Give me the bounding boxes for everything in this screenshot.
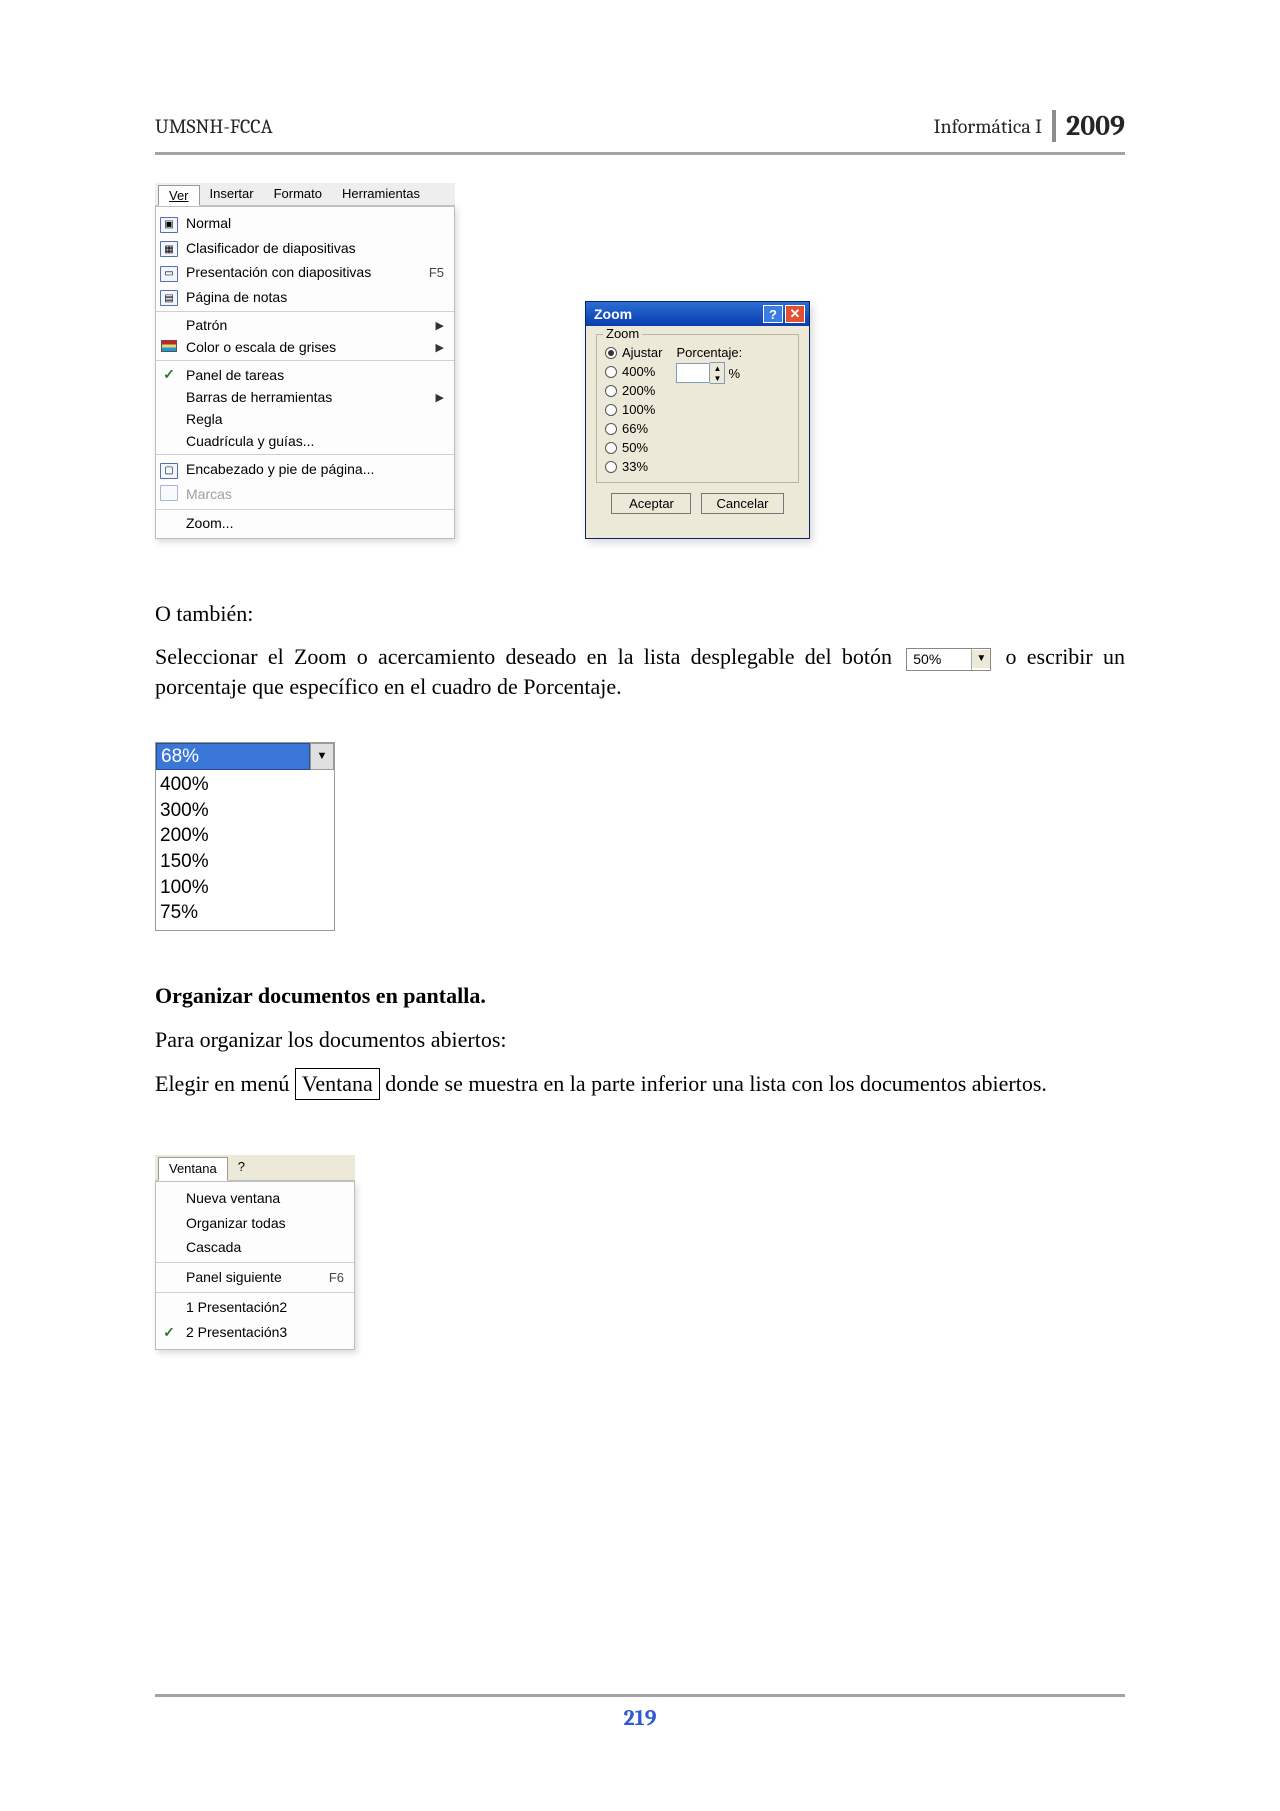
help-button[interactable]: ? (763, 305, 783, 323)
porcentaje-input[interactable] (676, 363, 710, 383)
text-para-organizar: Para organizar los documentos abiertos: (155, 1025, 1125, 1055)
menu-item-cascada[interactable]: Cascada (156, 1235, 354, 1260)
slide-sorter-icon: ▦ (158, 239, 180, 258)
ventana-dropdown: Nueva ventana Organizar todas Cascada Pa… (155, 1181, 355, 1350)
aceptar-button[interactable]: Aceptar (611, 493, 691, 514)
zoom-dropdown-value: 50% (907, 649, 972, 670)
dropdown-option[interactable]: 300% (160, 798, 330, 824)
dropdown-arrow-icon[interactable]: ▼ (972, 650, 990, 668)
menu-herramientas[interactable]: Herramientas (332, 184, 430, 205)
text-intro-zoom: Seleccionar el Zoom o acercamiento desea… (155, 642, 1125, 701)
radio-50[interactable]: 50% (605, 440, 662, 455)
zoom-dialog: Zoom ? ✕ Zoom Ajustar 400% 200% (585, 301, 810, 539)
page-number: 219 (624, 1705, 657, 1731)
menu-item-zoom[interactable]: Zoom... (156, 512, 454, 534)
close-button[interactable]: ✕ (785, 305, 805, 323)
section-title-organizar: Organizar documentos en pantalla. (155, 981, 1125, 1011)
menu-help[interactable]: ? (228, 1156, 255, 1180)
menu-item-pagina-notas[interactable]: ▤ Página de notas (156, 285, 454, 310)
text-para-elegir: Elegir en menú Ventana donde se muestra … (155, 1068, 1125, 1100)
dropdown-option[interactable]: 400% (160, 772, 330, 798)
dropdown-selected[interactable]: 68% (156, 743, 310, 771)
menu-item-cuadricula[interactable]: Cuadrícula y guías... (156, 430, 454, 452)
menu-item-presentacion2[interactable]: 1 Presentación2 (156, 1295, 354, 1320)
header-right: Informática I 2009 (934, 110, 1125, 142)
org-name: UMSNH-FCCA (155, 115, 273, 138)
dropdown-option[interactable]: 75% (160, 900, 330, 926)
radio-100[interactable]: 100% (605, 402, 662, 417)
menu-item-panel-tareas[interactable]: ✓ Panel de tareas (156, 363, 454, 386)
zoom-dropdown-open: 68% ▼ 400% 300% 200% 150% 100% 75% (155, 742, 335, 931)
ventana-menubar: Ventana ? (155, 1155, 355, 1181)
menu-insertar[interactable]: Insertar (200, 184, 264, 205)
submenu-arrow-icon: ▶ (436, 341, 444, 354)
zoom-dropdown-inline[interactable]: 50% ▼ (906, 648, 991, 671)
ver-dropdown: ▣ Normal ▦ Clasificador de diapositivas … (155, 206, 455, 539)
radio-33[interactable]: 33% (605, 459, 662, 474)
menu-item-presentacion[interactable]: ▭ Presentación con diapositivas F5 (156, 260, 454, 285)
menubar: Ver Insertar Formato Herramientas (155, 183, 455, 206)
radio-200[interactable]: 200% (605, 383, 662, 398)
page-header: UMSNH-FCCA Informática I 2009 (155, 110, 1125, 155)
menu-item-marcas: Marcas (156, 482, 454, 507)
porcentaje-label: Porcentaje: (676, 345, 742, 360)
dialog-titlebar: Zoom ? ✕ (586, 302, 809, 326)
dropdown-option[interactable]: 100% (160, 875, 330, 901)
menu-item-clasificador[interactable]: ▦ Clasificador de diapositivas (156, 236, 454, 261)
color-grayscale-icon (158, 339, 180, 355)
page-footer: 219 (155, 1694, 1125, 1731)
menu-item-presentacion3[interactable]: ✓ 2 Presentación3 (156, 1320, 354, 1345)
header-footer-icon: ▢ (158, 460, 180, 479)
menu-item-barras[interactable]: Barras de herramientas ▶ (156, 386, 454, 408)
normal-view-icon: ▣ (158, 214, 180, 233)
menu-item-nueva-ventana[interactable]: Nueva ventana (156, 1186, 354, 1211)
menu-item-regla[interactable]: Regla (156, 408, 454, 430)
course-name: Informática I (934, 115, 1042, 138)
menu-ver[interactable]: Ver (158, 185, 200, 206)
check-icon: ✓ (158, 1323, 180, 1342)
percent-sign: % (728, 366, 740, 381)
porcentaje-spinner[interactable]: ▲▼ (710, 362, 725, 384)
menu-item-organizar-todas[interactable]: Organizar todas (156, 1211, 354, 1236)
zoom-groupbox: Zoom Ajustar 400% 200% 100% 66% 50% (596, 334, 799, 483)
menu-item-color-escala[interactable]: Color o escala de grises ▶ (156, 336, 454, 358)
dropdown-option[interactable]: 200% (160, 823, 330, 849)
submenu-arrow-icon: ▶ (436, 391, 444, 404)
year: 2009 (1052, 110, 1125, 142)
menu-item-normal[interactable]: ▣ Normal (156, 211, 454, 236)
dropdown-option[interactable]: 150% (160, 849, 330, 875)
radio-66[interactable]: 66% (605, 421, 662, 436)
radio-400[interactable]: 400% (605, 364, 662, 379)
submenu-arrow-icon: ▶ (436, 319, 444, 332)
menu-item-encabezado[interactable]: ▢ Encabezado y pie de página... (156, 457, 454, 482)
menu-item-patron[interactable]: Patrón ▶ (156, 314, 454, 336)
boxed-ventana: Ventana (295, 1068, 380, 1100)
menu-ventana[interactable]: Ventana (158, 1157, 228, 1181)
ventana-menu-screenshot: Ventana ? Nueva ventana Organizar todas … (155, 1155, 355, 1350)
text-otambien: O también: (155, 599, 1125, 629)
notes-page-icon: ▤ (158, 288, 180, 307)
menu-formato[interactable]: Formato (264, 184, 332, 205)
dialog-title: Zoom (594, 306, 761, 322)
marks-icon (158, 485, 180, 504)
radio-ajustar[interactable]: Ajustar (605, 345, 662, 360)
menu-item-panel-siguiente[interactable]: Panel siguiente F6 (156, 1265, 354, 1290)
ver-menu-screenshot: Ver Insertar Formato Herramientas ▣ Norm… (155, 183, 455, 539)
cancelar-button[interactable]: Cancelar (701, 493, 783, 514)
groupbox-title: Zoom (603, 326, 642, 341)
slideshow-icon: ▭ (158, 263, 180, 282)
dropdown-arrow-icon[interactable]: ▼ (310, 743, 334, 771)
check-icon: ✓ (158, 366, 180, 383)
